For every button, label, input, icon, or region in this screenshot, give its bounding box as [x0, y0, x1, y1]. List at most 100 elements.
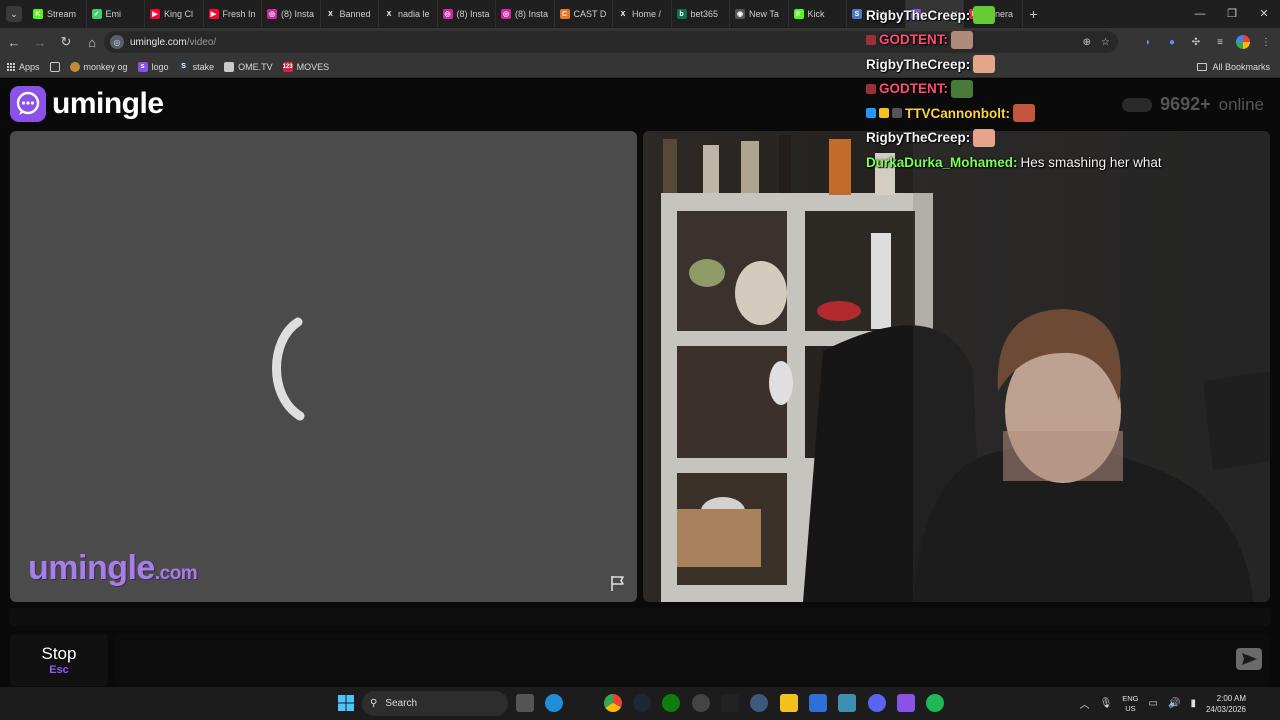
- epic-games-icon[interactable]: [721, 694, 739, 712]
- reload-icon[interactable]: ↻: [54, 30, 78, 54]
- start-windows-icon[interactable]: [337, 694, 355, 712]
- bookmark-apps[interactable]: Apps: [6, 62, 40, 72]
- tab-favicon-icon: K: [793, 9, 804, 19]
- tab-favicon-icon: ◎: [501, 9, 511, 19]
- grid-icon: [49, 61, 60, 72]
- browser-tab[interactable]: ◎ (8) Insta: [438, 0, 496, 28]
- apps-grid-icon: [6, 62, 15, 71]
- site-info-icon[interactable]: ◎: [110, 35, 124, 49]
- tab-label: nadia le: [398, 9, 430, 19]
- tab-search-icon[interactable]: ⌄: [6, 6, 22, 22]
- browser-tab[interactable]: X Home /: [613, 0, 672, 28]
- discord-icon[interactable]: [868, 694, 886, 712]
- tab-favicon-icon: ◎: [267, 9, 277, 19]
- browser-tab[interactable]: C CAST D: [555, 0, 613, 28]
- clock[interactable]: 2:00 AM 24/03/2026: [1206, 693, 1246, 715]
- chat-username: RigbyTheCreep:: [866, 7, 971, 23]
- bookmark-label: stake: [192, 61, 215, 72]
- settings-gear-icon[interactable]: [750, 694, 768, 712]
- tab-label: (8) Insta: [456, 9, 490, 19]
- browser-tab[interactable]: ◉ New Ta: [730, 0, 789, 28]
- forward-icon[interactable]: →: [28, 30, 52, 54]
- bookmark-moves[interactable]: 123 MOVES: [282, 61, 329, 72]
- message-input[interactable]: [114, 634, 1270, 686]
- chat-emote-icon: [951, 30, 973, 49]
- browser-tab[interactable]: ◎ (8) Insta: [496, 0, 555, 28]
- stranger-video: umingle.com: [10, 131, 637, 602]
- language-indicator[interactable]: ENG US: [1122, 694, 1138, 714]
- stop-label: Stop: [41, 644, 77, 663]
- clock-date: 24/03/2026: [1205, 704, 1246, 714]
- task-view-icon[interactable]: [516, 694, 534, 712]
- browser-tab[interactable]: K Stream: [28, 0, 87, 28]
- tab-label: (8) Insta: [281, 9, 315, 19]
- site-logo[interactable]: umingle: [10, 86, 164, 122]
- taskbar-search[interactable]: ⚲ Search: [362, 691, 508, 716]
- bookmark-monkey[interactable]: monkey og: [69, 61, 128, 72]
- tab-favicon-icon: X: [618, 9, 628, 19]
- windows-taskbar: ⚲ Search ︿ 🎙 ENG US ▭ 🔊 ▮ 2:00 AM 24/03/…: [0, 687, 1280, 720]
- volume-icon[interactable]: 🔊: [1168, 698, 1180, 709]
- store-icon[interactable]: [809, 694, 827, 712]
- microphone-icon[interactable]: 🎙: [1100, 698, 1113, 709]
- chat-emote-icon: [1012, 104, 1035, 123]
- chat-username: GODTENT:: [879, 32, 948, 48]
- file-explorer-icon[interactable]: [780, 694, 798, 712]
- tab-label: King Cl: [164, 9, 194, 19]
- spotify-icon[interactable]: [926, 694, 944, 712]
- chat-username: DurkaDurka_Mohamed:: [866, 154, 1018, 170]
- bookmark-logo[interactable]: s logo: [137, 61, 169, 72]
- tab-favicon-icon: K: [33, 9, 43, 19]
- tab-label: (8) Insta: [515, 9, 549, 19]
- back-icon[interactable]: ←: [2, 30, 26, 54]
- chat-controls: Stop Esc: [0, 607, 1280, 687]
- search-label: Search: [385, 698, 418, 709]
- chat-bubble-icon: [10, 86, 46, 122]
- report-flag-icon[interactable]: [609, 574, 627, 592]
- browser-tab[interactable]: ▶ Fresh In: [204, 0, 262, 28]
- lang-top: ENG: [1122, 693, 1139, 703]
- tab-favicon-icon: ▶: [208, 9, 219, 19]
- steam-icon[interactable]: [633, 694, 651, 712]
- send-icon[interactable]: [1236, 648, 1262, 670]
- browser-tab[interactable]: ◎ (8) Insta: [262, 0, 321, 28]
- browser-tab[interactable]: ▶ King Cl: [145, 0, 204, 28]
- browser-tab[interactable]: X Banned: [321, 0, 379, 28]
- edge-icon[interactable]: [545, 694, 563, 712]
- chat-emote-icon: [951, 79, 973, 98]
- search-icon: ⚲: [370, 698, 378, 709]
- watermark-tld: .com: [154, 563, 198, 584]
- chat-username: TTVCannonbolt:: [905, 105, 1010, 121]
- bookmark-label: logo: [151, 61, 169, 72]
- tab-favicon-icon: ▶: [150, 9, 160, 19]
- home-icon[interactable]: ⌂: [80, 30, 104, 54]
- browser-tab[interactable]: ✓ Emi: [87, 0, 145, 28]
- app-icon[interactable]: [897, 694, 915, 712]
- bookmark-stake[interactable]: S stake: [178, 61, 215, 72]
- tab-favicon-icon: ◎: [442, 9, 453, 19]
- chat-message-text: Hes smashing her what: [1020, 154, 1162, 170]
- logo-icon: s: [137, 61, 148, 72]
- app-icon[interactable]: [692, 694, 710, 712]
- xbox-icon[interactable]: [662, 694, 680, 712]
- ometv-icon: [224, 61, 235, 72]
- browser-tab[interactable]: Xnadia le: [379, 0, 438, 28]
- tab-favicon-icon: X: [384, 9, 394, 19]
- app-icon[interactable]: [838, 694, 856, 712]
- tab-favicon-icon: b: [676, 9, 687, 19]
- stop-button[interactable]: Stop Esc: [10, 634, 108, 686]
- browser-tab[interactable]: b bet365: [672, 0, 730, 28]
- chat-message: RigbyTheCreep:: [866, 3, 1280, 28]
- browser-tab[interactable]: K Kick: [789, 0, 847, 28]
- chat-username: RigbyTheCreep:: [866, 56, 971, 72]
- tab-label: bet365: [690, 9, 719, 19]
- tab-favicon-icon: X: [325, 9, 336, 19]
- bookmark-ometv[interactable]: OME.TV: [224, 61, 273, 72]
- battery-icon[interactable]: ▮: [1190, 698, 1196, 709]
- tab-groups-icon[interactable]: [49, 61, 60, 72]
- tab-label: Fresh In: [222, 9, 256, 19]
- chrome-icon[interactable]: [604, 694, 622, 712]
- network-icon[interactable]: ▭: [1149, 698, 1158, 709]
- chevron-up-icon[interactable]: ︿: [1080, 696, 1090, 711]
- tab-label: Kick: [807, 9, 825, 19]
